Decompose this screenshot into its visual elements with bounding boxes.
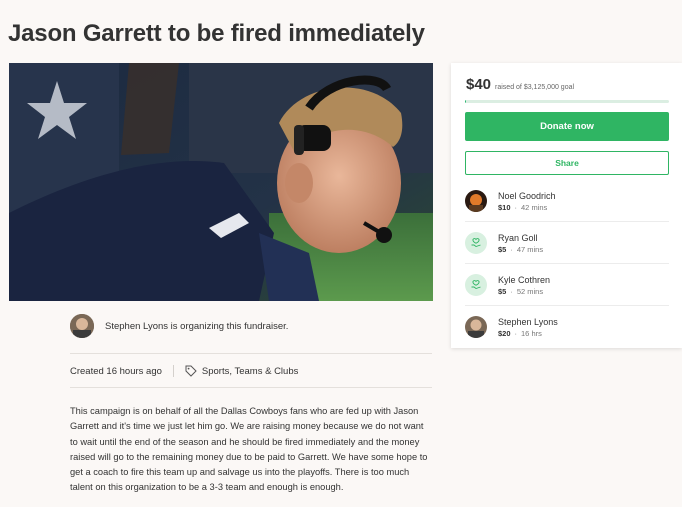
donor-amount: $20 [498, 328, 511, 338]
hand-heart-icon [465, 274, 487, 296]
divider [70, 387, 432, 388]
share-button[interactable]: Share [465, 151, 669, 175]
created-text: Created 16 hours ago [70, 365, 162, 377]
donor-name: Noel Goodrich [498, 190, 556, 201]
donor-amount: $10 [498, 202, 511, 212]
tag-icon [185, 365, 197, 377]
donor-name: Kyle Cothren [498, 274, 551, 285]
donor-time: 16 hrs [521, 328, 542, 338]
donor-item: Noel Goodrich $10 · 42 mins [465, 180, 669, 222]
hero-image [9, 63, 433, 301]
donor-time: 52 mins [516, 286, 544, 296]
category-link[interactable]: Sports, Teams & Clubs [202, 366, 298, 377]
donor-item: Ryan Goll $5 · 47 mins [465, 222, 669, 264]
campaign-description: This campaign is on behalf of all the Da… [70, 406, 428, 493]
donor-amount: $5 [498, 286, 507, 296]
donation-card: $40 raised of $3,125,000 goal Donate now… [451, 63, 682, 348]
donate-button[interactable]: Donate now [465, 112, 669, 141]
donor-list: Noel Goodrich $10 · 42 mins Ryan Goll $5 · 4… [465, 180, 669, 347]
donor-name: Stephen Lyons [498, 316, 558, 327]
donor-item: Kyle Cothren $5 · 52 mins [465, 264, 669, 306]
donor-avatar [465, 190, 487, 212]
donor-item: Stephen Lyons $20 · 16 hrs [465, 306, 669, 347]
organizer-row: Stephen Lyons is organizing this fundrai… [70, 314, 288, 338]
donor-time: 42 mins [521, 202, 548, 212]
progress-fill [465, 100, 467, 103]
progress-bar [465, 100, 669, 103]
donor-amount: $5 [498, 244, 507, 254]
goal-text: raised of $3,125,000 goal [495, 84, 575, 91]
organizer-avatar [70, 314, 94, 338]
raised-amount: $40 [466, 76, 492, 93]
raised-summary: $40 raised of $3,125,000 goal [466, 76, 574, 93]
divider [70, 353, 432, 354]
page-title: Jason Garrett to be fired immediately [8, 20, 425, 47]
donor-name: Ryan Goll [498, 232, 538, 243]
meta-separator [172, 365, 174, 377]
hand-heart-icon [465, 232, 487, 254]
donor-time: 47 mins [516, 244, 544, 254]
organizer-text: Stephen Lyons is organizing this fundrai… [105, 320, 289, 332]
campaign-meta: Created 16 hours ago Sports, Teams & Clu… [70, 365, 298, 377]
donor-avatar [465, 316, 487, 338]
